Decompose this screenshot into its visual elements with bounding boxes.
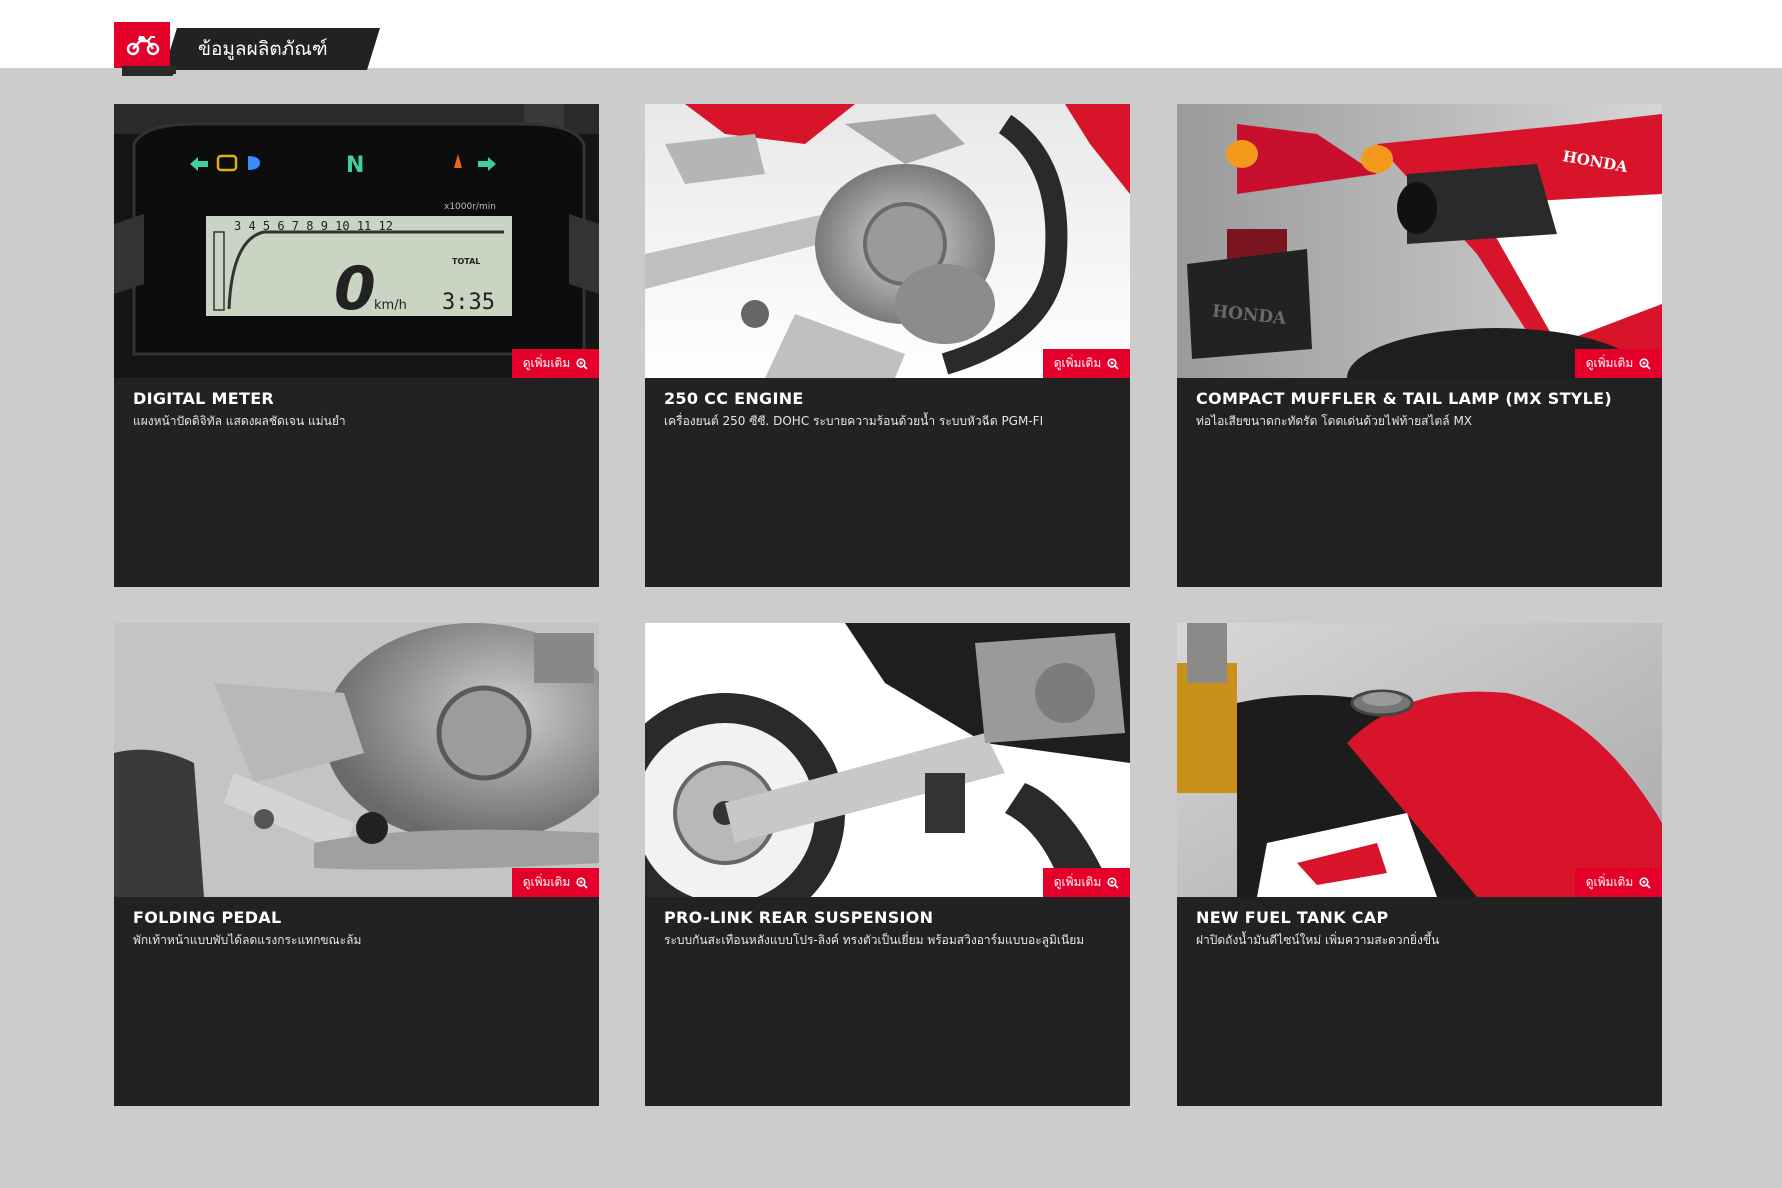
see-more-label: ดูเพิ่มเติม — [1053, 356, 1102, 370]
speed-unit: km/h — [374, 298, 407, 313]
zoom-icon — [1107, 876, 1119, 889]
speed-readout: 0 — [334, 254, 376, 324]
tab-label: ข้อมูลผลิตภัณฑ์ — [198, 38, 328, 60]
engine-image — [645, 104, 1130, 378]
zoom-icon — [576, 876, 588, 889]
feature-card-digital-meter[interactable]: N x1000r/min 3 4 5 6 7 8 9 10 11 12 0 km… — [114, 104, 599, 587]
motorcycle-icon — [126, 36, 160, 56]
see-more-label: ดูเพิ่มเติม — [1585, 875, 1634, 889]
card-description: แผงหน้าปัดดิจิทัล แสดงผลชัดเจน แม่นยำ — [133, 414, 346, 428]
zoom-icon — [1639, 357, 1651, 370]
card-description: ท่อไอเสียขนาดกะทัดรัด โดดเด่นด้วยไฟท้ายส… — [1196, 414, 1473, 428]
total-label: TOTAL — [452, 257, 480, 266]
feature-card-folding-pedal[interactable]: ดูเพิ่มเติม FOLDING PEDAL พักเท้าหน้าแบบ… — [114, 623, 599, 1106]
see-more-label: ดูเพิ่มเติม — [1585, 356, 1634, 370]
see-more-label: ดูเพิ่มเติม — [522, 356, 571, 370]
see-more-button[interactable]: ดูเพิ่มเติม — [512, 868, 599, 897]
feature-card-engine[interactable]: ดูเพิ่มเติม 250 CC ENGINE เครื่องยนต์ 25… — [645, 104, 1130, 587]
product-info-tab[interactable]: ข้อมูลผลิตภัณฑ์ — [114, 22, 380, 76]
see-more-button[interactable]: ดูเพิ่มเติม — [512, 349, 599, 378]
fuel-tank-cap-image — [1177, 623, 1662, 897]
see-more-label: ดูเพิ่มเติม — [1053, 875, 1102, 889]
tab-icon-box — [114, 22, 176, 74]
see-more-button[interactable]: ดูเพิ่มเติม — [1043, 349, 1130, 378]
card-description: เครื่องยนต์ 250 ซีซี. DOHC ระบายความร้อน… — [664, 414, 1044, 428]
zoom-icon — [1107, 357, 1119, 370]
see-more-button[interactable]: ดูเพิ่มเติม — [1575, 349, 1662, 378]
digital-meter-image: N x1000r/min 3 4 5 6 7 8 9 10 11 12 0 km… — [114, 104, 599, 378]
tab-label-box: ข้อมูลผลิตภัณฑ์ — [164, 28, 380, 70]
see-more-button[interactable]: ดูเพิ่มเติม — [1575, 868, 1662, 897]
card-description: ฝาปิดถังน้ำมันดีไซน์ใหม่ เพิ่มความสะดวกย… — [1196, 933, 1440, 947]
feature-card-rear-suspension[interactable]: ดูเพิ่มเติม PRO-LINK REAR SUSPENSION ระบ… — [645, 623, 1130, 1106]
time-readout: 3:35 — [442, 290, 495, 315]
card-title: COMPACT MUFFLER & TAIL LAMP (MX STYLE) — [1196, 389, 1613, 408]
card-title: FOLDING PEDAL — [133, 908, 282, 927]
see-more-label: ดูเพิ่มเติม — [522, 875, 571, 889]
card-description: พักเท้าหน้าแบบพับได้ลดแรงกระแทกขณะล้ม — [133, 933, 362, 947]
folding-pedal-image — [114, 623, 599, 897]
card-title: 250 CC ENGINE — [664, 389, 804, 408]
muffler-image: HONDA HONDA — [1177, 104, 1662, 378]
card-title: NEW FUEL TANK CAP — [1196, 908, 1389, 927]
gear-indicator: N — [346, 153, 364, 178]
card-title: DIGITAL METER — [133, 389, 275, 408]
feature-card-fuel-tank-cap[interactable]: ดูเพิ่มเติม NEW FUEL TANK CAP ฝาปิดถังน้… — [1177, 623, 1662, 1106]
see-more-button[interactable]: ดูเพิ่มเติม — [1043, 868, 1130, 897]
zoom-icon — [1639, 876, 1651, 889]
feature-card-muffler[interactable]: HONDA HONDA ดูเพิ่มเติม COMPACT MUFFLER … — [1177, 104, 1662, 587]
card-title: PRO-LINK REAR SUSPENSION — [664, 908, 934, 927]
rear-suspension-image — [645, 623, 1130, 897]
zoom-icon — [576, 357, 588, 370]
card-description: ระบบกันสะเทือนหลังแบบโปร-ลิงค์ ทรงตัวเป็… — [664, 933, 1085, 947]
rpm-scale: x1000r/min — [444, 202, 496, 212]
